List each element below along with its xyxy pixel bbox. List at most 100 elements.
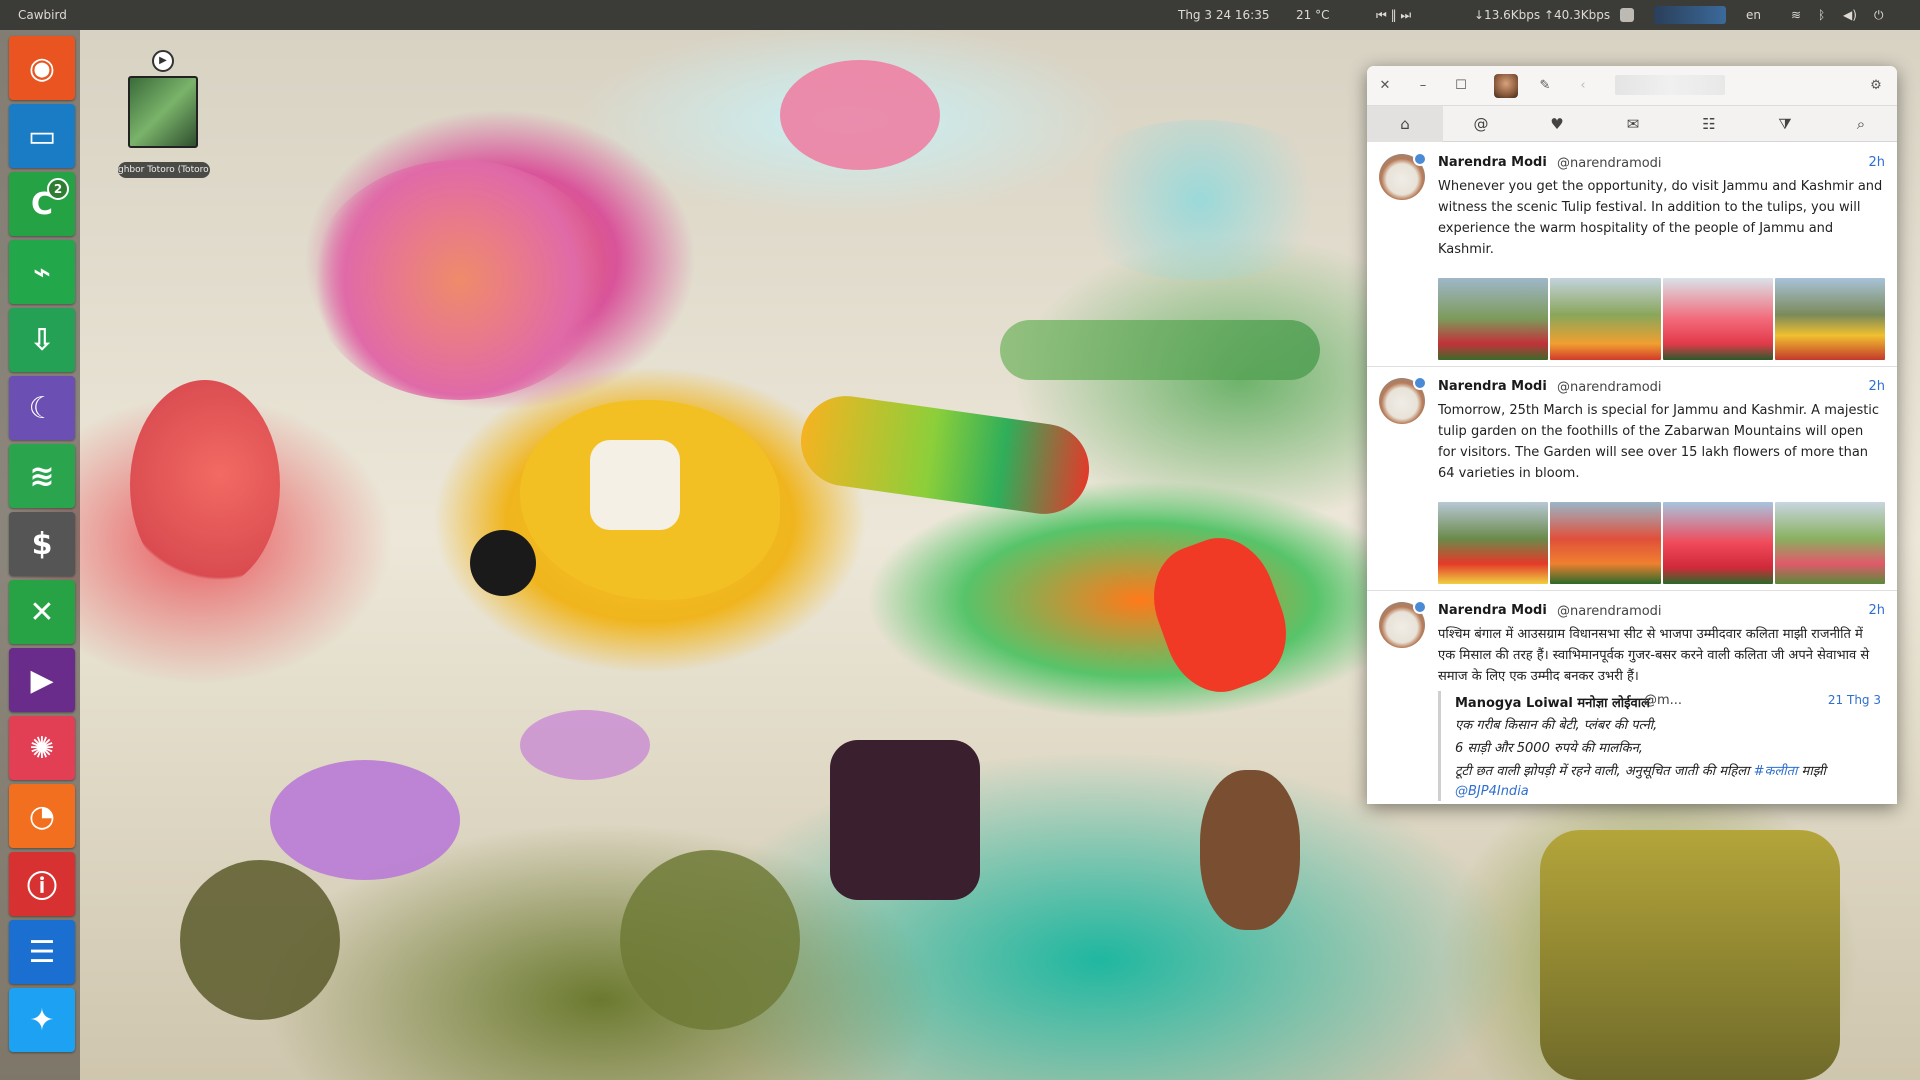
launcher-item-rss[interactable]: ◔ <box>9 784 75 848</box>
cawbird-window: ✕ – ☐ ✎ ‹ ⚙ ⌂ @ ♥ ✉ ☷ ⧩ ⌕ Narendra Modi @narend… <box>1367 66 1897 804</box>
bluetooth-icon[interactable]: ᛒ <box>1818 0 1825 30</box>
filters-icon: ⧩ <box>1778 115 1792 133</box>
search-icon: ⌕ <box>1856 115 1866 133</box>
wifi-icon[interactable]: ≋ <box>1791 0 1801 30</box>
notification-badge: 2 <box>47 178 69 200</box>
author-avatar[interactable] <box>1379 376 1427 424</box>
maximize-icon[interactable]: ☐ <box>1451 76 1471 96</box>
tab-search[interactable]: ⌕ <box>1823 106 1897 142</box>
launcher-item-wifi[interactable]: ≋ <box>9 444 75 508</box>
desktop-file-label: ghbor Totoro (Totoro) <box>118 162 210 178</box>
tweet-time[interactable]: 2h <box>1868 603 1885 618</box>
news-icon: ☰ <box>28 934 56 970</box>
active-app-title: Cawbird <box>18 8 67 22</box>
tweet[interactable]: Narendra Modi @narendramodi 2h Tomorrow, 25… <box>1367 366 1897 590</box>
tulip-photo[interactable] <box>1662 278 1773 360</box>
video-player-icon: ▶ <box>30 662 54 698</box>
media-controls[interactable]: ⏮ ‖ ⏭ <box>1376 0 1411 30</box>
twitter-icon: ✦ <box>29 1002 55 1038</box>
launcher-item-downloads[interactable]: ⇩ <box>9 308 75 372</box>
launcher-item-podcast[interactable]: ⓘ <box>9 852 75 916</box>
launcher-item-video-player[interactable]: ▶ <box>9 648 75 712</box>
mention-link[interactable]: @BJP4India <box>1455 784 1529 799</box>
quoted-author-name[interactable]: Manogya Loiwal मनोज्ञा लोईवाल <box>1455 693 1650 711</box>
mentions-icon: @ <box>1473 115 1489 133</box>
tweet-text: Whenever you get the opportunity, do vis… <box>1438 179 1883 257</box>
tweet-media-grid <box>1438 278 1885 360</box>
network-speed[interactable]: ↓13.6Kbps ↑40.3Kbps <box>1474 0 1610 30</box>
video-thumbnail <box>128 76 198 148</box>
tab-messages[interactable]: ✉ <box>1595 106 1671 142</box>
author-name[interactable]: Narendra Modi <box>1438 603 1547 618</box>
tweet[interactable]: Narendra Modi @narendramodi 2h पश्चिम बंगाल… <box>1367 590 1897 804</box>
tulip-photo[interactable] <box>1662 502 1773 584</box>
power-icon[interactable]: ⏻ <box>1874 0 1884 30</box>
favorites-icon: ♥ <box>1550 115 1564 133</box>
tulip-photo[interactable] <box>1550 278 1661 360</box>
tab-lists[interactable]: ☷ <box>1671 106 1747 142</box>
author-handle[interactable]: @narendramodi <box>1557 380 1662 395</box>
messages-icon: ✉ <box>1626 115 1640 133</box>
tulip-photo[interactable] <box>1774 278 1885 360</box>
tab-mentions[interactable]: @ <box>1443 106 1519 142</box>
author-handle[interactable]: @narendramodi <box>1557 604 1662 619</box>
tulip-photo[interactable] <box>1438 502 1549 584</box>
author-name[interactable]: Narendra Modi <box>1438 379 1547 394</box>
tweet-text: Tomorrow, 25th March is special for Jamm… <box>1438 403 1880 481</box>
clock[interactable]: Thg 3 24 16:35 <box>1178 0 1269 30</box>
tab-favorites[interactable]: ♥ <box>1519 106 1595 142</box>
launcher-item-twitter[interactable]: ✦ <box>9 988 75 1052</box>
tweet-media-grid <box>1438 502 1885 584</box>
tab-home[interactable]: ⌂ <box>1367 106 1443 142</box>
desktop-video-file[interactable]: ▶ ghbor Totoro (Totoro) <box>118 48 218 180</box>
launcher-item-aperture[interactable]: ✺ <box>9 716 75 780</box>
settings-gear-icon[interactable]: ⚙ <box>1866 76 1886 96</box>
account-name-redacted <box>1615 75 1725 95</box>
tweet-time[interactable]: 2h <box>1868 379 1885 394</box>
launcher-item-system-monitor[interactable]: ⌁ <box>9 240 75 304</box>
author-avatar[interactable] <box>1379 152 1427 200</box>
display-icon[interactable] <box>1620 8 1634 22</box>
launcher-item-files[interactable]: ▭ <box>9 104 75 168</box>
author-avatar[interactable] <box>1379 600 1427 648</box>
top-panel: Cawbird Thg 3 24 16:35 21 °C ⏮ ‖ ⏭ ↓13.6… <box>0 0 1920 30</box>
verified-icon <box>1413 600 1427 614</box>
tweet[interactable]: Narendra Modi @narendramodi 2h Whenever you… <box>1367 142 1897 366</box>
launcher-item-news[interactable]: ☰ <box>9 920 75 984</box>
author-name[interactable]: Narendra Modi <box>1438 155 1547 170</box>
quoted-text-line: एक गरीब किसान की बेटी, प्लंबर की पत्नी, <box>1455 718 1658 733</box>
close-icon[interactable]: ✕ <box>1375 76 1395 96</box>
keyboard-language[interactable]: en <box>1746 0 1761 30</box>
weather-indicator[interactable]: 21 °C <box>1296 0 1329 30</box>
quoted-text-line: टूटी छत वाली झोपड़ी में रहने वाली, अनुसू… <box>1455 761 1826 779</box>
rss-icon: ◔ <box>28 798 56 834</box>
system-load-graph[interactable] <box>1654 6 1726 24</box>
back-icon[interactable]: ‹ <box>1573 76 1593 96</box>
compose-icon[interactable]: ✎ <box>1535 76 1555 96</box>
tulip-photo[interactable] <box>1438 278 1549 360</box>
quoted-tweet-time[interactable]: 21 Thg 3 <box>1828 693 1881 707</box>
volume-icon[interactable]: ◀) <box>1843 0 1857 30</box>
quoted-author-handle[interactable]: @m... <box>1644 693 1682 708</box>
launcher-item-shuffle[interactable]: ✕ <box>9 580 75 644</box>
verified-icon <box>1413 152 1427 166</box>
launcher-item-ubuntu[interactable]: ◉ <box>9 36 75 100</box>
author-handle[interactable]: @narendramodi <box>1557 156 1662 171</box>
shuffle-icon: ✕ <box>29 594 55 630</box>
launcher-item-money[interactable]: $ <box>9 512 75 576</box>
downloads-icon: ⇩ <box>29 322 55 358</box>
tab-filters[interactable]: ⧩ <box>1747 106 1823 142</box>
quoted-tweet[interactable]: Manogya Loiwal मनोज्ञा लोईवाल @m... 21 Thg… <box>1438 691 1883 801</box>
tulip-photo[interactable] <box>1774 502 1885 584</box>
launcher-item-browser[interactable]: ☾ <box>9 376 75 440</box>
minimize-icon[interactable]: – <box>1413 76 1433 96</box>
quoted-text-segment: टूटी छत वाली झोपड़ी में रहने वाली, अनुसू… <box>1455 764 1754 779</box>
play-icon: ▶ <box>152 50 174 72</box>
aperture-icon: ✺ <box>29 730 55 766</box>
hashtag-link[interactable]: #कलीता <box>1754 764 1798 779</box>
tulip-photo[interactable] <box>1550 502 1661 584</box>
wifi-icon: ≋ <box>29 458 55 494</box>
account-avatar[interactable] <box>1494 74 1518 98</box>
tweet-time[interactable]: 2h <box>1868 155 1885 170</box>
launcher-item-chat[interactable]: C2 <box>9 172 75 236</box>
